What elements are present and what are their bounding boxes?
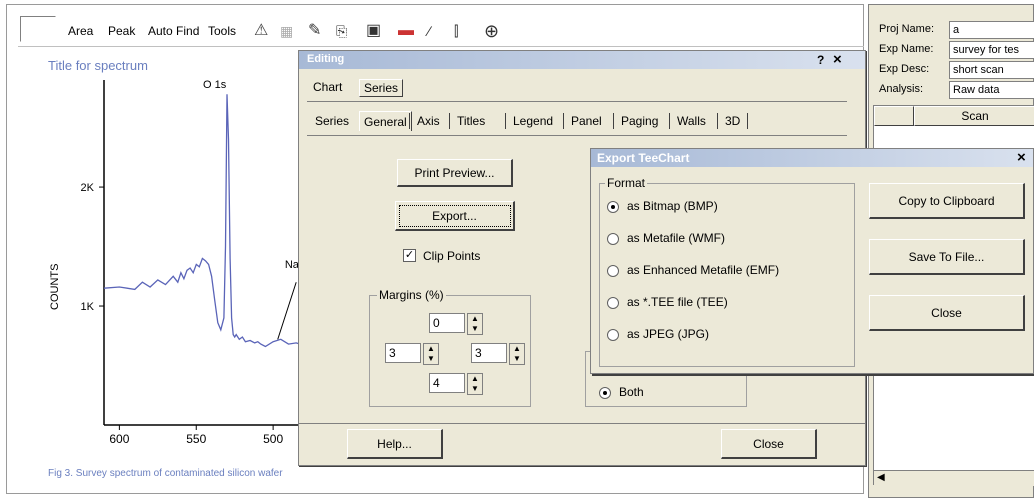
clip-points-checkbox[interactable]: ✓ bbox=[403, 249, 416, 262]
auto-find-button[interactable]: Auto Find bbox=[148, 20, 199, 42]
clip-points-label: Clip Points bbox=[423, 249, 481, 263]
analysis-field[interactable]: Raw data bbox=[949, 81, 1034, 99]
copy-icon[interactable]: ⎘ bbox=[336, 20, 347, 42]
subtab-general[interactable]: General bbox=[359, 111, 412, 131]
export-icon[interactable]: ▬ bbox=[398, 20, 414, 42]
grid-tool-icon[interactable]: ▦ bbox=[280, 20, 293, 42]
subtab-panel[interactable]: Panel bbox=[567, 111, 606, 131]
export-close-icon[interactable]: × bbox=[1017, 149, 1026, 166]
triangle-tool-icon[interactable]: ⚠ bbox=[254, 20, 268, 42]
export-title: Export TeeChart bbox=[597, 151, 690, 165]
analysis-label: Analysis: bbox=[879, 83, 924, 95]
toolbar-blank-box bbox=[20, 16, 56, 42]
area-button[interactable]: Area bbox=[68, 20, 93, 42]
format-option-label[interactable]: as Enhanced Metafile (EMF) bbox=[627, 263, 779, 277]
subtab-axis[interactable]: Axis bbox=[413, 111, 444, 131]
export-button[interactable]: Export... bbox=[395, 201, 515, 231]
editing-close-icon[interactable]: × bbox=[833, 51, 842, 68]
both-label: Both bbox=[619, 385, 644, 399]
subtab-separator bbox=[613, 113, 614, 129]
format-radio-2[interactable] bbox=[607, 265, 619, 277]
y-tick-label: 2K bbox=[81, 182, 95, 194]
subtab-titles[interactable]: Titles bbox=[453, 111, 489, 131]
format-options: as Bitmap (BMP) as Metafile (WMF) as Enhan… bbox=[607, 199, 851, 359]
subtab-separator bbox=[505, 113, 506, 129]
x-tick-label: 500 bbox=[263, 432, 283, 446]
scroll-left-icon[interactable]: ◀ bbox=[877, 472, 885, 483]
format-option-label[interactable]: as Bitmap (BMP) bbox=[627, 199, 718, 213]
bar-chart-icon[interactable]: ⫿ bbox=[454, 20, 458, 42]
subtab-series[interactable]: Series bbox=[311, 111, 353, 131]
copy-to-clipboard-button[interactable]: Copy to Clipboard bbox=[869, 183, 1025, 219]
y-tick-label: 1K bbox=[81, 301, 95, 313]
pen-icon[interactable]: ∕ bbox=[428, 20, 430, 42]
subtab-paging[interactable]: Paging bbox=[617, 111, 662, 131]
exp-desc-field[interactable]: short scan bbox=[949, 61, 1034, 79]
subtab-separator bbox=[409, 113, 410, 129]
margins-label: Margins (%) bbox=[377, 288, 446, 302]
export-close-button[interactable]: Close bbox=[869, 295, 1025, 331]
format-option-label[interactable]: as *.TEE file (TEE) bbox=[627, 295, 728, 309]
toolbar-divider bbox=[18, 46, 864, 47]
scan-column-header[interactable]: Scan bbox=[914, 106, 1034, 126]
print-preview-button[interactable]: Print Preview... bbox=[397, 159, 513, 187]
format-option-label[interactable]: as Metafile (WMF) bbox=[627, 231, 725, 245]
margin-top-spinner[interactable]: ▲ ▼ bbox=[467, 313, 483, 335]
subtab-3d[interactable]: 3D bbox=[721, 111, 744, 131]
y-axis-label: COUNTS bbox=[49, 264, 61, 310]
margin-right-spinner[interactable]: ▲ ▼ bbox=[509, 343, 525, 365]
chart-caption: Fig 3. Survey spectrum of contaminated s… bbox=[48, 468, 283, 479]
annotation-pointer bbox=[277, 282, 297, 340]
editing-bottom-divider bbox=[299, 423, 865, 424]
exp-name-field[interactable]: survey for tes bbox=[949, 41, 1034, 59]
format-option-label[interactable]: as JPEG (JPG) bbox=[627, 327, 709, 341]
editing-title-bar bbox=[299, 51, 865, 69]
peak-button[interactable]: Peak bbox=[108, 20, 135, 42]
subtab-walls[interactable]: Walls bbox=[673, 111, 710, 131]
format-radio-0[interactable] bbox=[607, 201, 619, 213]
print-icon[interactable]: ▣ bbox=[366, 20, 381, 42]
subtab-divider bbox=[307, 135, 847, 136]
scan-row-header bbox=[874, 106, 914, 126]
tools-button[interactable]: Tools bbox=[208, 20, 236, 42]
margin-bottom-spinner[interactable]: ▲ ▼ bbox=[467, 373, 483, 395]
format-radio-1[interactable] bbox=[607, 233, 619, 245]
margin-left-input[interactable]: 3 bbox=[385, 343, 421, 363]
tab-divider bbox=[307, 101, 847, 102]
x-tick-label: 550 bbox=[186, 432, 206, 446]
subtab-bar: Series General Axis Titles Legend Panel Paging… bbox=[307, 109, 847, 133]
subtab-separator bbox=[563, 113, 564, 129]
both-radio[interactable] bbox=[599, 387, 611, 399]
horizontal-scrollbar[interactable]: ◀ bbox=[874, 470, 1034, 486]
export-dialog: Export TeeChart × Format as Bitmap (BMP)… bbox=[590, 148, 1034, 374]
margin-bottom-input[interactable]: 4 bbox=[429, 373, 465, 393]
save-to-file-button[interactable]: Save To File... bbox=[869, 239, 1025, 275]
margin-top-input[interactable]: 0 bbox=[429, 313, 465, 333]
subtab-separator bbox=[747, 113, 748, 129]
help-button[interactable]: Help... bbox=[347, 429, 443, 459]
subtab-separator bbox=[669, 113, 670, 129]
format-label: Format bbox=[605, 176, 648, 190]
annotation-o1s: O 1s bbox=[203, 79, 227, 91]
subtab-separator bbox=[717, 113, 718, 129]
zoom-icon[interactable]: ⊕ bbox=[484, 20, 499, 42]
subtab-legend[interactable]: Legend bbox=[509, 111, 557, 131]
proj-name-field[interactable]: a bbox=[949, 21, 1034, 39]
exp-name-label: Exp Name: bbox=[879, 43, 934, 55]
format-radio-3[interactable] bbox=[607, 297, 619, 309]
tab-series[interactable]: Series bbox=[359, 79, 404, 97]
toolbar: Area Peak Auto Find Tools ⚠ ▦ ✎ ⎘ ▣ ▬ ∕ … bbox=[18, 12, 668, 42]
exp-desc-label: Exp Desc: bbox=[879, 63, 930, 75]
margin-left-spinner[interactable]: ▲ ▼ bbox=[423, 343, 439, 365]
subtab-separator bbox=[449, 113, 450, 129]
format-radio-4[interactable] bbox=[607, 329, 619, 341]
x-tick-label: 600 bbox=[109, 432, 129, 446]
editing-help-button[interactable]: ? bbox=[817, 53, 824, 67]
proj-name-label: Proj Name: bbox=[879, 23, 935, 35]
editing-close-button[interactable]: Close bbox=[721, 429, 817, 459]
edit-chart-icon[interactable]: ✎ bbox=[308, 20, 321, 42]
tab-chart[interactable]: Chart bbox=[309, 77, 346, 97]
editing-title: Editing bbox=[307, 53, 345, 65]
margin-right-input[interactable]: 3 bbox=[471, 343, 507, 363]
